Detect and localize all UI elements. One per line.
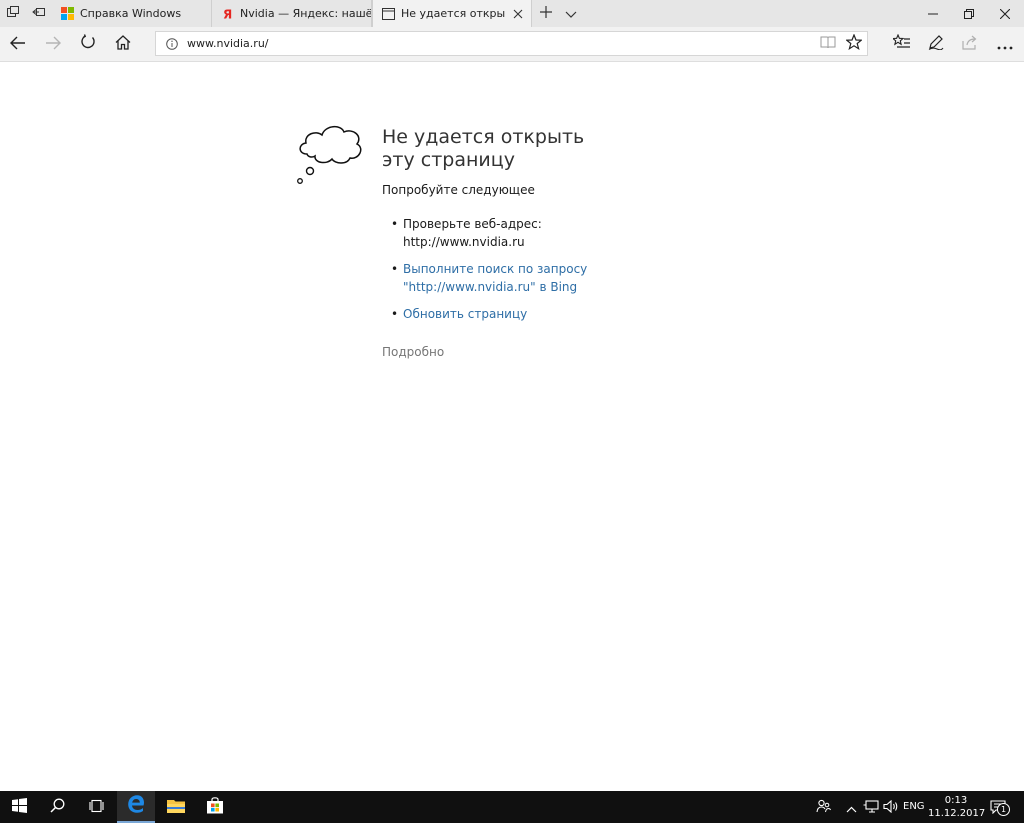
more-dots-icon [997, 35, 1013, 54]
arrow-right-icon [45, 35, 61, 54]
close-window-button[interactable] [987, 0, 1023, 27]
tab-preview-toggle[interactable] [558, 0, 584, 27]
reading-view-button[interactable] [815, 32, 841, 55]
tab-title: Nvidia — Яндекс: нашёлся [240, 7, 371, 20]
network-button[interactable] [862, 791, 880, 823]
star-icon [845, 32, 863, 54]
share-button[interactable] [953, 27, 987, 61]
start-button[interactable] [0, 791, 38, 823]
people-button[interactable] [812, 791, 834, 823]
store-bag-icon [206, 796, 224, 818]
folder-icon [167, 798, 185, 817]
chevron-down-icon [565, 4, 577, 23]
pen-icon [928, 34, 944, 54]
book-icon [820, 34, 836, 53]
suggestion-text: Проверьте веб-адрес: http://www.nvidia.r… [403, 217, 542, 249]
suggestion-check-address: • Проверьте веб-адрес: http://www.nvidia… [382, 215, 642, 251]
navigation-bar: www.nvidia.ru/ [0, 27, 1024, 62]
notification-count-badge: 1 [997, 803, 1010, 816]
restore-button[interactable] [951, 0, 987, 27]
windows-start-icon [11, 797, 27, 817]
show-hidden-icons-button[interactable] [843, 791, 859, 823]
taskbar: ENG 0:13 11.12.2017 1 [0, 791, 1024, 823]
home-icon [115, 34, 131, 54]
task-view-icon [88, 798, 105, 817]
favorites-hub-icon [891, 33, 911, 54]
info-icon[interactable] [165, 37, 179, 51]
plus-icon [539, 4, 553, 23]
search-bing-link[interactable]: Выполните поиск по запросу "http://www.n… [403, 262, 587, 294]
bullet: • [391, 217, 399, 231]
tab-title: Не удается открыть эту [401, 7, 505, 20]
arrow-left-icon [10, 35, 26, 54]
edge-taskbar-button[interactable] [117, 791, 155, 823]
action-center-button[interactable]: 1 [988, 791, 1010, 823]
set-tabs-aside-button[interactable] [26, 0, 52, 27]
tab-preview-button[interactable] [0, 0, 26, 27]
clock-date: 11.12.2017 [928, 808, 986, 819]
tab-title: Справка Windows [80, 7, 182, 20]
clock-time: 0:13 [944, 795, 968, 806]
tab-error-page[interactable]: Не удается открыть эту [372, 0, 532, 27]
refresh-page-link[interactable]: Обновить страницу [403, 307, 527, 321]
hub-button[interactable] [885, 27, 919, 61]
people-icon [815, 798, 831, 817]
back-button[interactable] [1, 27, 35, 61]
home-button[interactable] [106, 27, 140, 61]
task-view-button[interactable] [77, 791, 115, 823]
set-aside-icon [32, 4, 46, 23]
yandex-icon: Я [220, 7, 234, 21]
tab-yandex-search[interactable]: Я Nvidia — Яндекс: нашёлся [212, 0, 372, 27]
url-text[interactable]: www.nvidia.ru/ [187, 37, 815, 50]
search-icon [49, 798, 65, 817]
share-icon [961, 35, 979, 54]
windows-logo-icon [60, 7, 74, 21]
volume-button[interactable] [882, 791, 900, 823]
edge-icon [127, 795, 145, 817]
file-explorer-button[interactable] [157, 791, 195, 823]
clock[interactable]: 0:13 11.12.2017 [928, 794, 986, 820]
refresh-button[interactable] [71, 27, 105, 61]
web-note-button[interactable] [919, 27, 953, 61]
svg-text:Я: Я [223, 8, 232, 21]
thought-cloud-icon [295, 118, 365, 188]
add-favorite-button[interactable] [841, 32, 867, 55]
chevron-up-icon [846, 798, 857, 817]
minimize-button[interactable] [915, 0, 951, 27]
error-subtitle: Попробуйте следующее [382, 183, 535, 197]
details-link[interactable]: Подробно [382, 345, 444, 359]
tabs-aside-icon [6, 4, 20, 23]
suggestion-refresh: • Обновить страницу [382, 305, 642, 323]
bullet: • [391, 307, 399, 321]
suggestion-search-bing: • Выполните поиск по запросу "http://www… [382, 260, 642, 296]
input-language[interactable]: ENG [903, 791, 925, 823]
restore-icon [964, 4, 974, 23]
network-icon [863, 798, 879, 817]
close-icon [999, 4, 1011, 23]
page-icon [381, 7, 395, 21]
minimize-icon [928, 4, 938, 23]
speaker-icon [883, 798, 899, 817]
close-tab-icon[interactable] [511, 7, 525, 21]
refresh-icon [80, 34, 96, 54]
address-bar[interactable]: www.nvidia.ru/ [155, 31, 868, 56]
new-tab-button[interactable] [533, 0, 559, 27]
more-button[interactable] [988, 27, 1022, 61]
bullet: • [391, 262, 399, 276]
tab-windows-help[interactable]: Справка Windows [52, 0, 212, 27]
notifications-icon: 1 [990, 799, 1010, 816]
search-button[interactable] [38, 791, 76, 823]
suggestion-list: • Проверьте веб-адрес: http://www.nvidia… [382, 215, 642, 332]
forward-button[interactable] [36, 27, 70, 61]
tab-bar: Справка Windows Я Nvidia — Яндекс: нашёл… [0, 0, 1024, 27]
error-title: Не удается открыть эту страницу [382, 126, 585, 171]
store-button[interactable] [196, 791, 234, 823]
